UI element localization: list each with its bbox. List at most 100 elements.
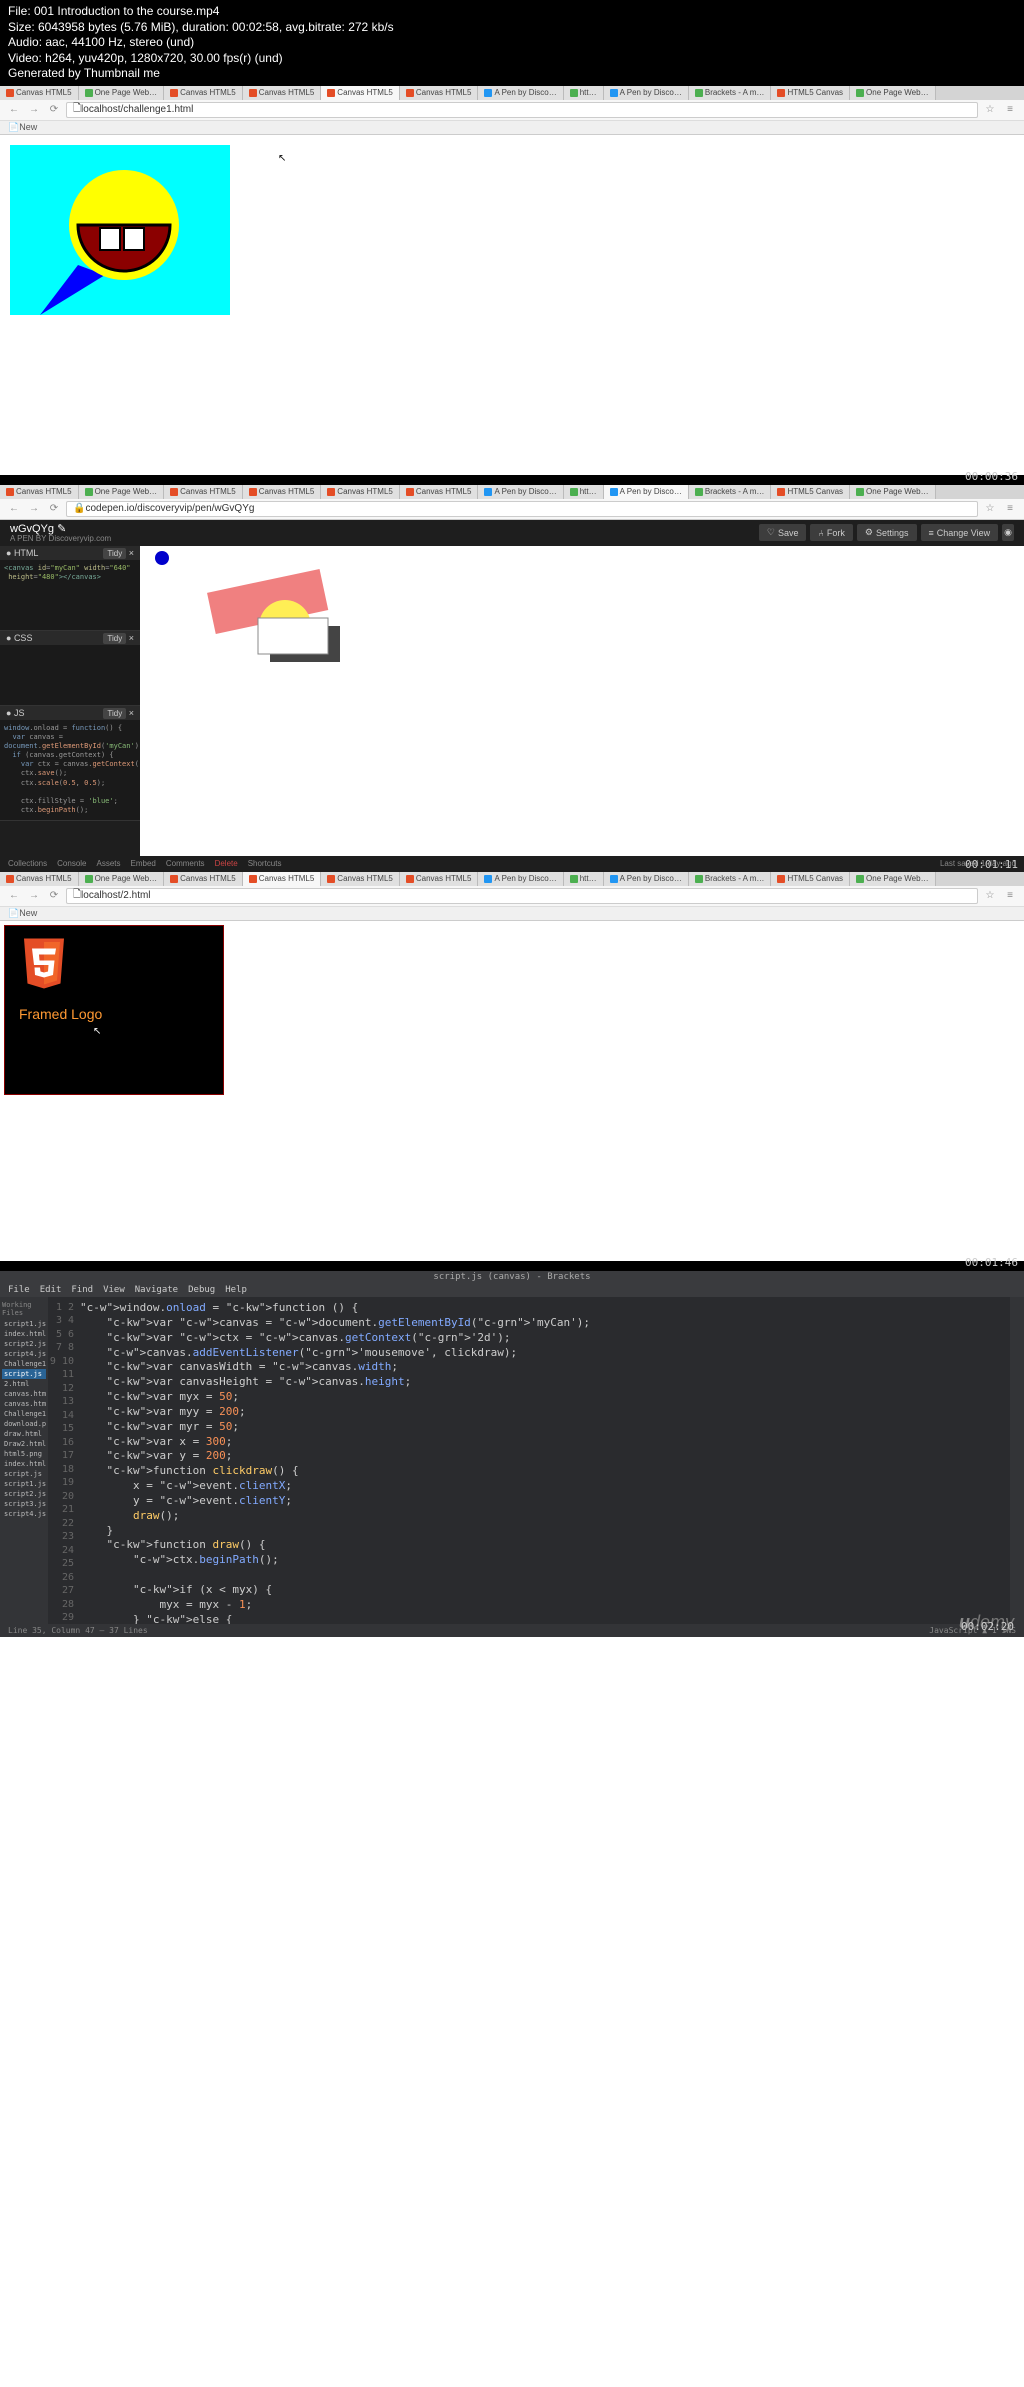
browser-tab[interactable]: Canvas HTML5 — [400, 872, 479, 886]
css-code[interactable] — [0, 645, 140, 705]
tidy-button[interactable]: Tidy — [103, 708, 126, 719]
sidebar-file-item[interactable]: script4.js — [2, 1509, 46, 1519]
html-panel-label[interactable]: HTML — [14, 548, 39, 558]
sidebar-file-item[interactable]: Challenge1.html — [2, 1409, 46, 1419]
sidebar-file-item[interactable]: script1.js — [2, 1479, 46, 1489]
browser-tab[interactable]: Canvas HTML5 — [164, 86, 243, 100]
browser-tab[interactable]: htt… — [564, 485, 604, 499]
bookmark-item[interactable]: New — [19, 908, 37, 918]
sidebar-file-item[interactable]: script4.js — [2, 1349, 46, 1359]
sidebar-file-item[interactable]: script2.js — [2, 1339, 46, 1349]
browser-tab[interactable]: HTML5 Canvas — [771, 86, 850, 100]
footer-console[interactable]: Console — [57, 859, 86, 868]
sidebar-file-item[interactable]: script1.js — [2, 1319, 46, 1329]
reload-button[interactable]: ⟳ — [46, 102, 62, 118]
close-icon[interactable]: × — [129, 708, 134, 718]
browser-tab[interactable]: One Page Web… — [850, 872, 936, 886]
close-icon[interactable]: × — [129, 633, 134, 643]
footer-comments[interactable]: Comments — [166, 859, 205, 868]
footer-collections[interactable]: Collections — [8, 859, 47, 868]
browser-tab[interactable]: A Pen by Disco… — [478, 872, 563, 886]
bookmark-item[interactable]: New — [19, 122, 37, 132]
menu-icon[interactable]: ≡ — [1002, 102, 1018, 118]
browser-tab[interactable]: Brackets - A m… — [689, 485, 772, 499]
sidebar-file-item[interactable]: canvas.html — [2, 1399, 46, 1409]
address-bar[interactable]: 🗋 localhost/challenge1.html — [66, 102, 978, 118]
menu-icon[interactable]: ≡ — [1002, 888, 1018, 904]
menu-navigate[interactable]: Navigate — [135, 1285, 178, 1295]
browser-tab[interactable]: One Page Web… — [79, 872, 165, 886]
sidebar-file-item[interactable]: canvas.html — [2, 1389, 46, 1399]
star-icon[interactable]: ☆ — [982, 102, 998, 118]
menu-icon[interactable]: ≡ — [1002, 501, 1018, 517]
save-button[interactable]: Save — [759, 524, 807, 541]
address-bar[interactable]: 🗋 localhost/2.html — [66, 888, 978, 904]
change-view-button[interactable]: ≡ Change View — [921, 524, 999, 541]
tidy-button[interactable]: Tidy — [103, 548, 126, 559]
browser-tab[interactable]: A Pen by Disco… — [478, 86, 563, 100]
footer-shortcuts[interactable]: Shortcuts — [248, 859, 282, 868]
address-bar[interactable]: 🔒 codepen.io/discoveryvip/pen/wGvQYg — [66, 501, 978, 517]
browser-tab[interactable]: Canvas HTML5 — [400, 86, 479, 100]
browser-tab[interactable]: HTML5 Canvas — [771, 485, 850, 499]
browser-tab[interactable]: Brackets - A m… — [689, 872, 772, 886]
browser-tab[interactable]: Canvas HTML5 — [0, 872, 79, 886]
browser-tab[interactable]: htt… — [564, 86, 604, 100]
browser-tab[interactable]: Canvas HTML5 — [164, 872, 243, 886]
footer-delete[interactable]: Delete — [215, 859, 238, 868]
sidebar-file-item[interactable]: 2.html — [2, 1379, 46, 1389]
sidebar-file-item[interactable]: script.js — [2, 1469, 46, 1479]
back-button[interactable]: ← — [6, 888, 22, 904]
browser-tab[interactable]: One Page Web… — [850, 86, 936, 100]
browser-tab[interactable]: Canvas HTML5 — [321, 485, 400, 499]
browser-tab[interactable]: Brackets - A m… — [689, 86, 772, 100]
back-button[interactable]: ← — [6, 501, 22, 517]
reload-button[interactable]: ⟳ — [46, 888, 62, 904]
browser-tab-active[interactable]: Canvas HTML5 — [243, 872, 322, 886]
pen-title[interactable]: wGvQYg ✎ — [10, 523, 111, 535]
browser-tab[interactable]: Canvas HTML5 — [0, 485, 79, 499]
footer-assets[interactable]: Assets — [97, 859, 121, 868]
menu-help[interactable]: Help — [225, 1285, 247, 1295]
close-icon[interactable]: × — [129, 548, 134, 558]
js-panel-label[interactable]: JS — [14, 708, 25, 718]
sidebar-file-item[interactable]: Draw2.html — [2, 1439, 46, 1449]
forward-button[interactable]: → — [26, 888, 42, 904]
menu-find[interactable]: Find — [71, 1285, 93, 1295]
sidebar-file-item[interactable]: draw.html — [2, 1429, 46, 1439]
browser-tab[interactable]: Canvas HTML5 — [400, 485, 479, 499]
code-editor[interactable]: 1 2 3 4 5 6 7 8 9 10 11 12 13 14 15 16 1… — [48, 1297, 1010, 1624]
back-button[interactable]: ← — [6, 102, 22, 118]
browser-tab[interactable]: A Pen by Disco… — [604, 872, 689, 886]
star-icon[interactable]: ☆ — [982, 501, 998, 517]
footer-embed[interactable]: Embed — [131, 859, 156, 868]
sidebar-file-item[interactable]: index.html — [2, 1459, 46, 1469]
css-panel-label[interactable]: CSS — [14, 633, 33, 643]
sidebar-file-item[interactable]: download.png — [2, 1419, 46, 1429]
sidebar-file-item[interactable]: index.html — [2, 1329, 46, 1339]
menu-file[interactable]: File — [8, 1285, 30, 1295]
js-code[interactable]: window.onload = function() { var canvas … — [0, 720, 140, 820]
html-code[interactable]: <canvas id="myCan" width="640" height="4… — [0, 560, 140, 630]
menu-view[interactable]: View — [103, 1285, 125, 1295]
browser-tab[interactable]: Canvas HTML5 — [243, 86, 322, 100]
browser-tab[interactable]: A Pen by Disco… — [478, 485, 563, 499]
sidebar-file-item[interactable]: script.js — [2, 1369, 46, 1379]
browser-tab[interactable]: One Page Web… — [79, 485, 165, 499]
menu-debug[interactable]: Debug — [188, 1285, 215, 1295]
settings-button[interactable]: Settings — [857, 524, 917, 541]
browser-tab-active[interactable]: Canvas HTML5 — [321, 86, 400, 100]
reload-button[interactable]: ⟳ — [46, 501, 62, 517]
profile-icon[interactable]: ◉ — [1002, 524, 1014, 541]
browser-tab[interactable]: htt… — [564, 872, 604, 886]
sidebar-file-item[interactable]: Challenge1.h… — [2, 1359, 46, 1369]
browser-tab[interactable]: Canvas HTML5 — [243, 485, 322, 499]
browser-tab[interactable]: One Page Web… — [79, 86, 165, 100]
browser-tab[interactable]: One Page Web… — [850, 485, 936, 499]
tidy-button[interactable]: Tidy — [103, 633, 126, 644]
code-content[interactable]: "c-w">window.onload = "c-kw">function ()… — [80, 1297, 1010, 1624]
browser-tab[interactable]: Canvas HTML5 — [164, 485, 243, 499]
sidebar-file-item[interactable]: html5.png — [2, 1449, 46, 1459]
fork-button[interactable]: Fork — [810, 524, 852, 541]
forward-button[interactable]: → — [26, 501, 42, 517]
